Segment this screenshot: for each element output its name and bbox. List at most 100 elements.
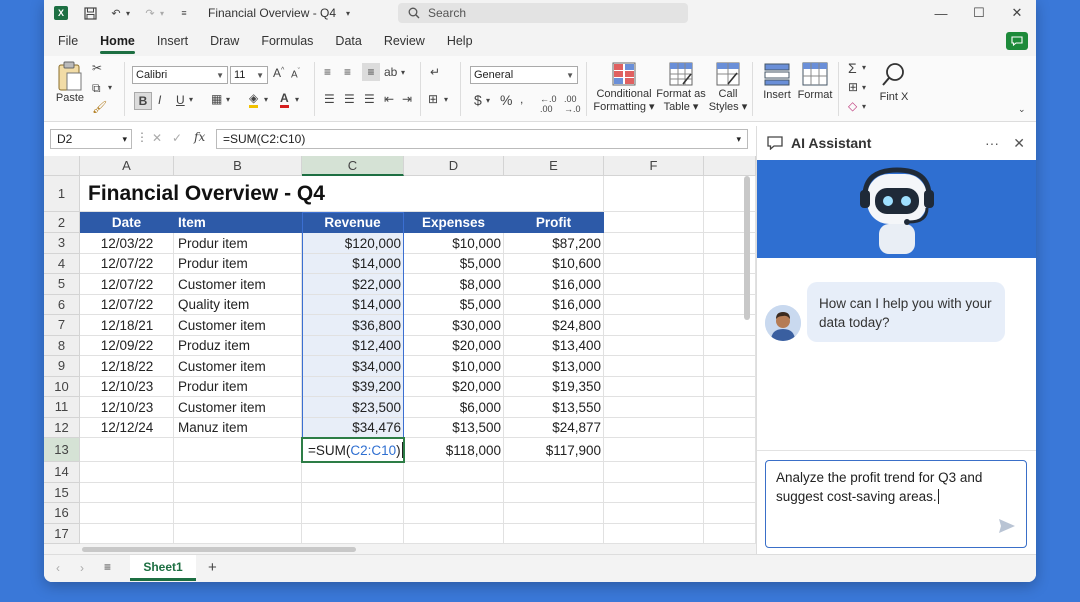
- grid-cell[interactable]: [302, 482, 404, 503]
- date-cell[interactable]: 12/09/22: [80, 336, 174, 357]
- grid-cell[interactable]: [704, 335, 756, 356]
- font-color-icon[interactable]: A: [280, 91, 289, 108]
- expenses-cell[interactable]: $5,000: [404, 254, 504, 275]
- fill-icon[interactable]: ⊞: [848, 80, 858, 94]
- grid-cell[interactable]: [604, 294, 704, 315]
- column-label-item[interactable]: Item: [174, 212, 302, 233]
- grid-cell[interactable]: [704, 417, 756, 438]
- revenue-cell[interactable]: $39,200: [302, 377, 404, 398]
- grid-cell[interactable]: [704, 482, 756, 503]
- grid-cell[interactable]: [404, 482, 504, 503]
- grid-cell[interactable]: [174, 482, 302, 503]
- revenue-cell[interactable]: $22,000: [302, 274, 404, 295]
- align-center-icon[interactable]: ☰: [344, 92, 355, 106]
- revenue-cell[interactable]: $34,476: [302, 418, 404, 439]
- decrease-font-icon[interactable]: Aˇ: [291, 68, 300, 80]
- grid-cell[interactable]: [302, 523, 404, 544]
- cancel-icon[interactable]: ✕: [152, 131, 162, 145]
- all-sheets-icon[interactable]: ≡: [104, 560, 111, 574]
- redo-dropdown-icon[interactable]: ▾: [158, 5, 166, 21]
- format-painter-icon[interactable]: 🖌: [92, 100, 107, 114]
- menu-insert[interactable]: Insert: [157, 34, 188, 48]
- comments-button[interactable]: [1006, 32, 1028, 50]
- grid-cell[interactable]: [504, 482, 604, 503]
- profit-cell[interactable]: $24,877: [504, 418, 604, 439]
- fill-dropdown-icon[interactable]: ▾: [862, 83, 866, 92]
- prev-sheet-icon[interactable]: ‹: [56, 561, 60, 575]
- profit-cell[interactable]: $87,200: [504, 233, 604, 254]
- undo-dropdown-icon[interactable]: ▾: [124, 5, 132, 21]
- row-header-2[interactable]: 2: [44, 212, 80, 233]
- grid-cell[interactable]: [174, 503, 302, 524]
- grid-cell[interactable]: [80, 503, 174, 524]
- item-cell[interactable]: Produr item: [174, 377, 302, 398]
- align-bottom-icon[interactable]: ≡: [362, 63, 380, 81]
- currency-button[interactable]: $: [474, 92, 482, 108]
- grid-cell[interactable]: [404, 462, 504, 483]
- orientation-icon[interactable]: ab: [384, 65, 397, 79]
- profit-cell[interactable]: $16,000: [504, 295, 604, 316]
- row-header-3[interactable]: 3: [44, 233, 80, 254]
- percent-button[interactable]: %: [500, 92, 512, 108]
- grid-cell[interactable]: [80, 462, 174, 483]
- assistant-prompt-input[interactable]: Analyze the profit trend for Q3 and sugg…: [765, 460, 1027, 548]
- grid-cell[interactable]: [302, 503, 404, 524]
- row-header-6[interactable]: 6: [44, 294, 80, 315]
- grid-cell[interactable]: [604, 462, 704, 483]
- ribbon-collapse-icon[interactable]: ⌄: [1018, 104, 1026, 115]
- grid-cell[interactable]: [302, 462, 404, 483]
- row-header-7[interactable]: 7: [44, 315, 80, 336]
- save-icon[interactable]: [82, 5, 98, 21]
- search-box[interactable]: Search: [398, 3, 688, 23]
- clear-icon[interactable]: ◇: [848, 99, 857, 113]
- grid-cell[interactable]: [704, 523, 756, 544]
- menu-file[interactable]: File: [58, 34, 78, 48]
- find-select-button[interactable]: Fint X: [876, 60, 912, 118]
- item-cell[interactable]: Customer item: [174, 397, 302, 418]
- cell-styles-button[interactable]: Call Styles ▾: [708, 60, 748, 118]
- menu-review[interactable]: Review: [384, 34, 425, 48]
- date-cell[interactable]: 12/07/22: [80, 254, 174, 275]
- column-header-b[interactable]: B: [174, 156, 302, 176]
- column-header-e[interactable]: E: [504, 156, 604, 176]
- grid-cell[interactable]: [604, 253, 704, 274]
- fill-color-icon[interactable]: ◈: [249, 91, 259, 108]
- next-sheet-icon[interactable]: ›: [80, 561, 84, 575]
- column-label-profit[interactable]: Profit: [504, 212, 604, 233]
- expenses-cell[interactable]: $13,500: [404, 418, 504, 439]
- wrap-text-icon[interactable]: ↵: [430, 65, 440, 79]
- select-all-corner[interactable]: [44, 156, 80, 176]
- grid-cell[interactable]: [604, 233, 704, 254]
- redo-icon[interactable]: ↷: [142, 5, 158, 21]
- expenses-cell[interactable]: $5,000: [404, 295, 504, 316]
- autosum-dropdown-icon[interactable]: ▾: [862, 63, 866, 72]
- close-panel-icon[interactable]: ✕: [1013, 135, 1025, 152]
- date-cell[interactable]: 12/03/22: [80, 233, 174, 254]
- align-right-icon[interactable]: ☰: [364, 92, 375, 106]
- insert-function-icon[interactable]: fx: [194, 130, 205, 144]
- grid-cell[interactable]: [504, 176, 604, 212]
- increase-font-icon[interactable]: A^: [273, 66, 284, 80]
- grid-cell[interactable]: [604, 212, 704, 233]
- orientation-dropdown-icon[interactable]: ▾: [401, 68, 405, 77]
- grid-cell[interactable]: [404, 503, 504, 524]
- grid-cell[interactable]: [704, 438, 756, 462]
- increase-indent-icon[interactable]: ⇥: [402, 92, 412, 106]
- decrease-indent-icon[interactable]: ⇤: [384, 92, 394, 106]
- row-header-13[interactable]: 13: [44, 438, 80, 462]
- item-cell[interactable]: Customer item: [174, 356, 302, 377]
- row-header-1[interactable]: 1: [44, 176, 80, 212]
- grid-cell[interactable]: [80, 438, 174, 462]
- expenses-cell[interactable]: $10,000: [404, 356, 504, 377]
- insert-cells-button[interactable]: Insert: [760, 60, 794, 118]
- date-cell[interactable]: 12/18/21: [80, 315, 174, 336]
- expenses-cell[interactable]: $20,000: [404, 377, 504, 398]
- sum-formula-cell[interactable]: =SUM(C2:C10): [302, 438, 404, 462]
- conditional-formatting-button[interactable]: Conditional Formatting ▾: [592, 60, 656, 118]
- date-cell[interactable]: 12/07/22: [80, 295, 174, 316]
- vertical-scrollbar[interactable]: [744, 176, 750, 320]
- copy-dropdown-icon[interactable]: ▾: [108, 83, 112, 92]
- profit-cell[interactable]: $16,000: [504, 274, 604, 295]
- profit-cell[interactable]: $10,600: [504, 254, 604, 275]
- date-cell[interactable]: 12/18/22: [80, 356, 174, 377]
